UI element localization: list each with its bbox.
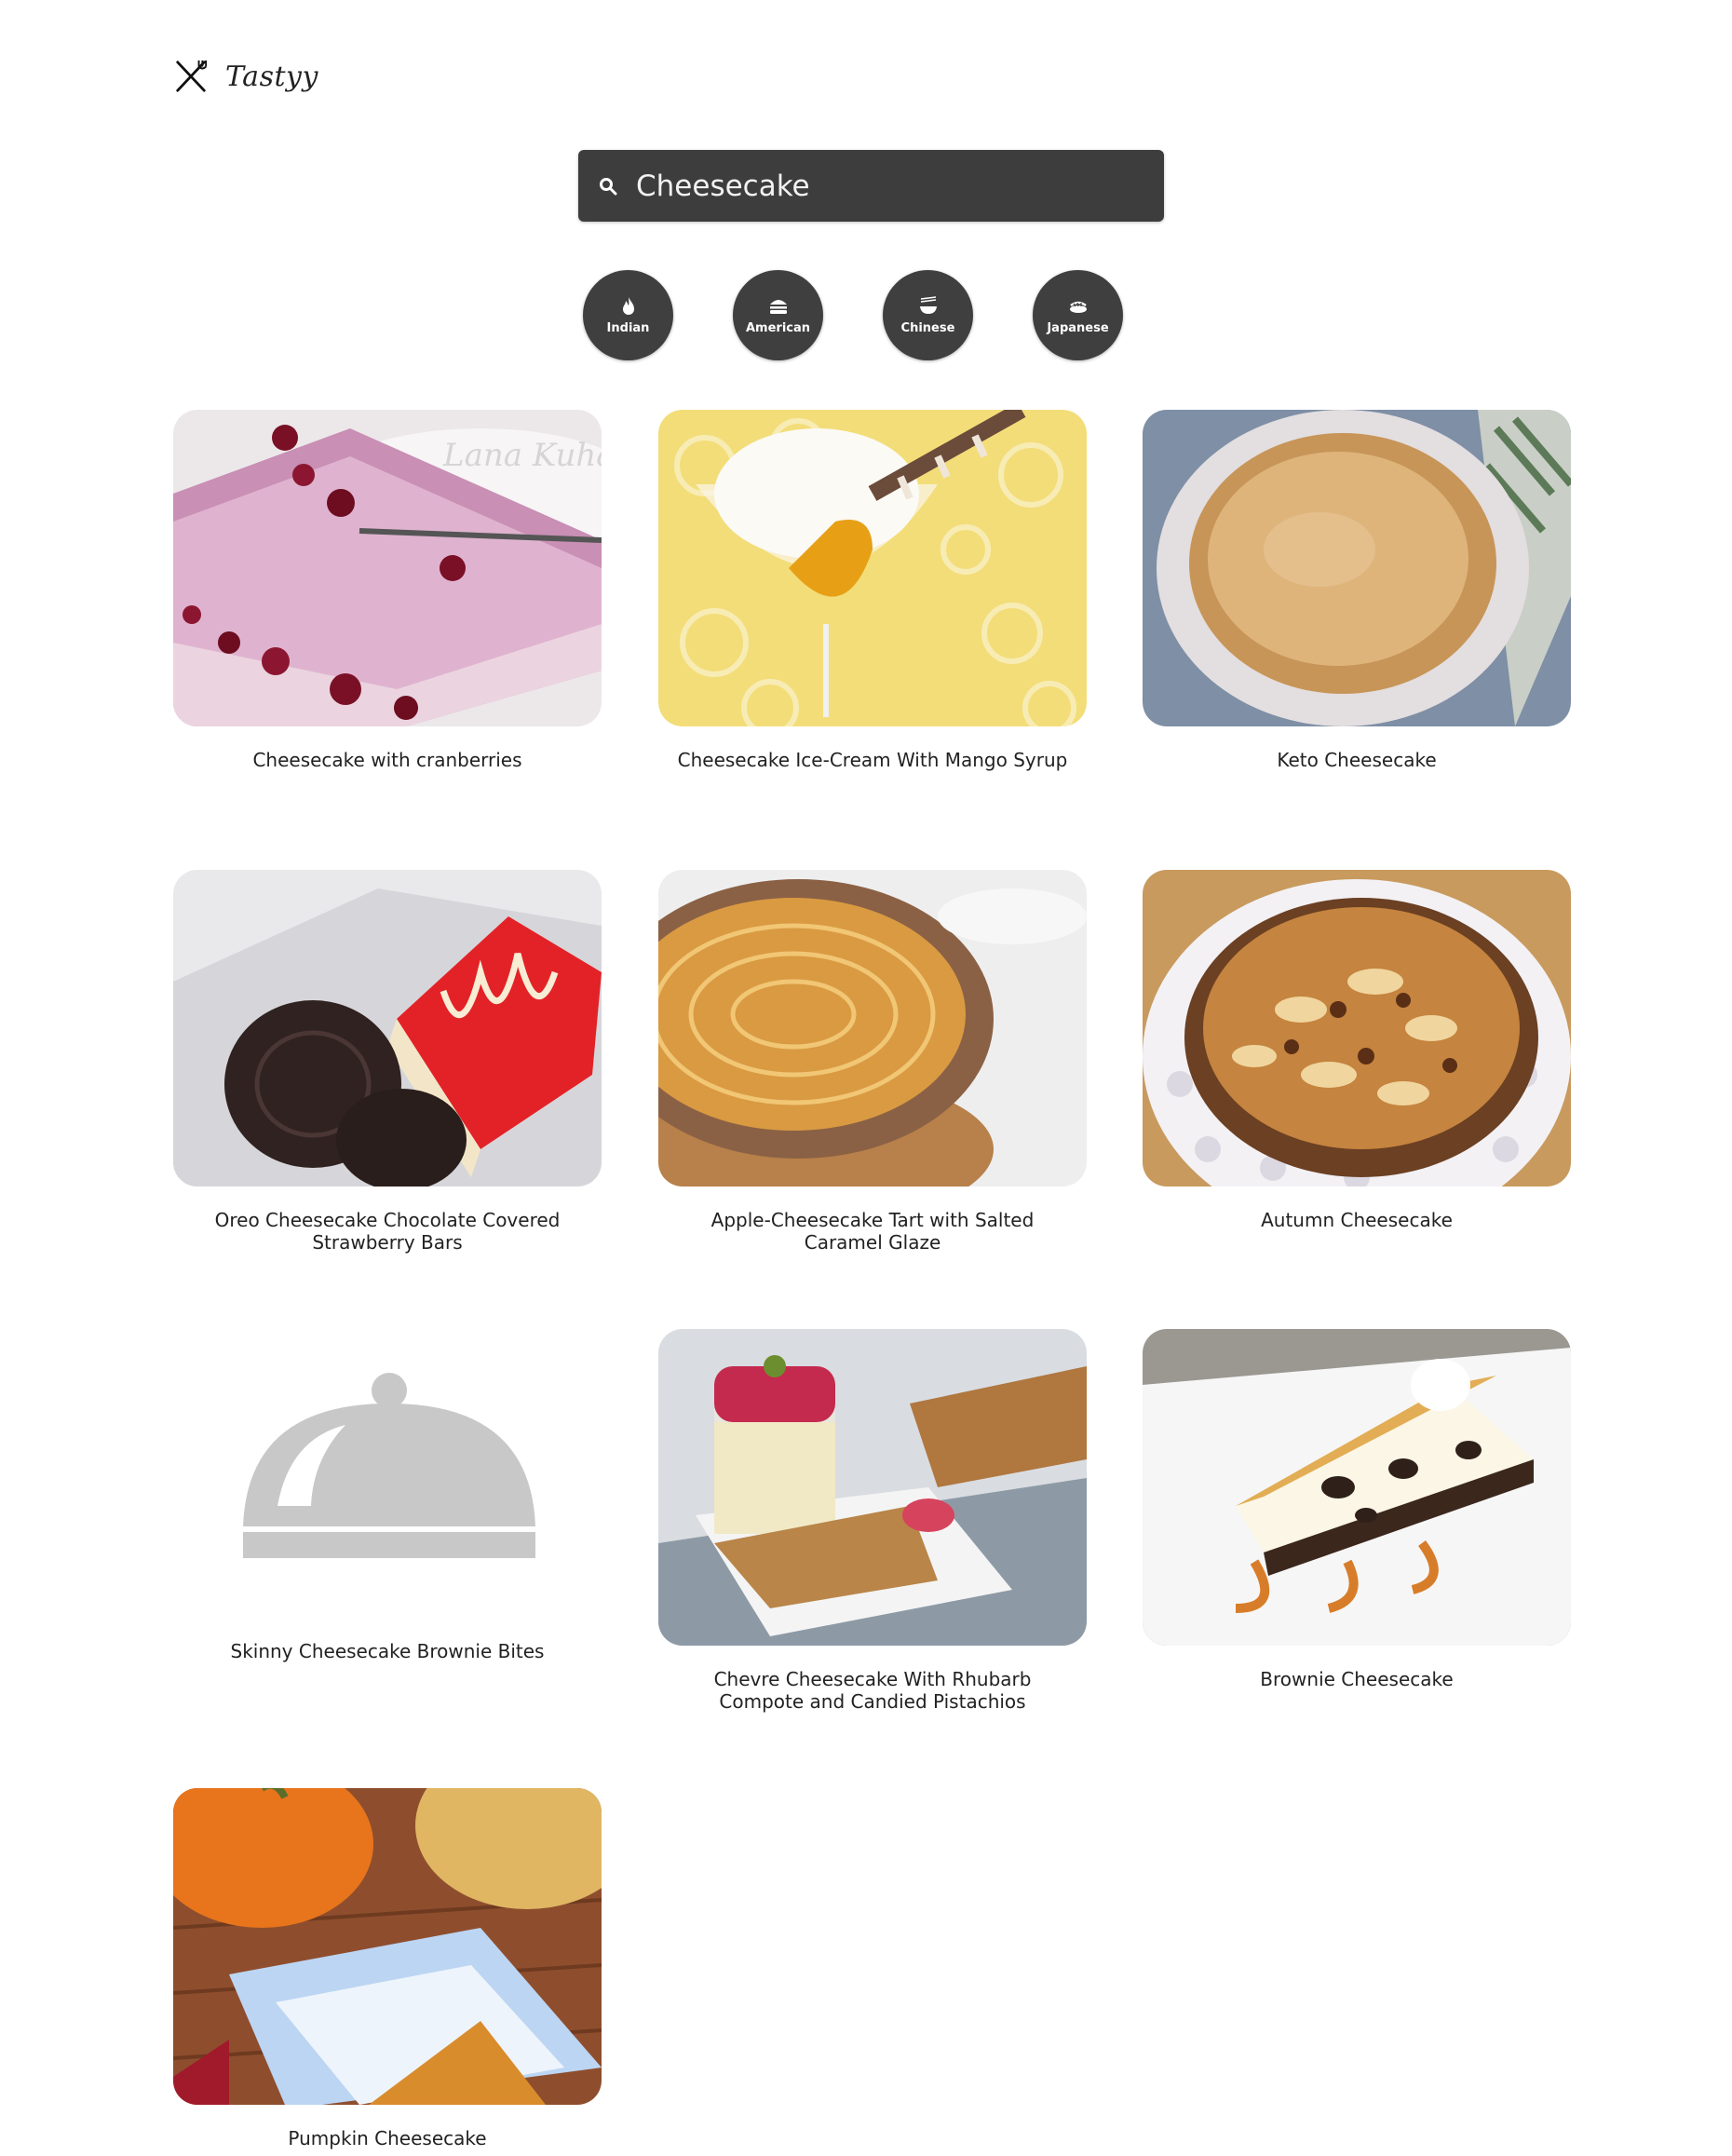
sushi-icon <box>1069 301 1087 313</box>
cuisine-label: Indian <box>606 321 650 335</box>
recipe-card[interactable]: Autumn Cheesecake <box>1143 870 1571 1231</box>
recipe-title[interactable]: Oreo Cheesecake Chocolate Covered Strawb… <box>173 1209 602 1254</box>
recipe-image[interactable] <box>1143 410 1571 726</box>
recipe-image-placeholder[interactable] <box>173 1329 602 1618</box>
recipe-image[interactable] <box>173 870 602 1186</box>
recipe-card[interactable]: Cheesecake Ice-Cream With Mango Syrup <box>658 410 1087 771</box>
cloche-icon <box>173 1329 602 1618</box>
flame-icon <box>622 297 634 315</box>
recipe-image[interactable]: Lana Kuhanets <box>173 410 602 726</box>
search-input[interactable]: Cheesecake <box>636 169 810 203</box>
cuisine-label: Japanese <box>1047 321 1109 335</box>
recipe-image[interactable] <box>658 410 1087 726</box>
recipe-title[interactable]: Apple-Cheesecake Tart with Salted Carame… <box>658 1209 1087 1254</box>
cuisine-filters: Indian American Chinese Japanese <box>583 270 1123 360</box>
watermark-text: Lana Kuhanets <box>442 437 602 474</box>
recipe-title[interactable]: Keto Cheesecake <box>1143 749 1571 771</box>
recipe-title[interactable]: Chevre Cheesecake With Rhubarb Compote a… <box>658 1668 1087 1713</box>
fork-knife-icon <box>176 60 208 92</box>
search-bar[interactable]: Cheesecake <box>578 150 1164 222</box>
cuisine-label: American <box>745 321 811 335</box>
recipe-image[interactable] <box>658 870 1087 1186</box>
brand-logo[interactable]: Tastyy <box>173 56 318 97</box>
search-icon <box>600 177 617 195</box>
cuisine-american-button[interactable]: American <box>733 270 823 360</box>
recipe-image[interactable] <box>1143 1329 1571 1646</box>
recipe-title[interactable]: Cheesecake with cranberries <box>173 749 602 771</box>
recipe-card[interactable]: Oreo Cheesecake Chocolate Covered Strawb… <box>173 870 602 1254</box>
recipe-title[interactable]: Brownie Cheesecake <box>1143 1668 1571 1690</box>
cuisine-label: Chinese <box>900 321 955 335</box>
brand-name: Tastyy <box>225 60 318 93</box>
recipe-card[interactable]: Lana Kuhanets Cheesecake with cranberrie… <box>173 410 602 771</box>
burger-icon <box>769 300 787 314</box>
recipe-title[interactable]: Autumn Cheesecake <box>1143 1209 1571 1231</box>
recipe-title[interactable]: Cheesecake Ice-Cream With Mango Syrup <box>658 749 1087 771</box>
recipe-image[interactable] <box>173 1788 602 2105</box>
recipe-card[interactable]: Chevre Cheesecake With Rhubarb Compote a… <box>658 1329 1087 1713</box>
recipe-title[interactable]: Skinny Cheesecake Brownie Bites <box>173 1640 602 1662</box>
noodles-icon <box>919 296 937 314</box>
recipe-card[interactable]: Pumpkin Cheesecake <box>173 1788 602 2149</box>
recipe-card[interactable]: Apple-Cheesecake Tart with Salted Carame… <box>658 870 1087 1254</box>
cuisine-japanese-button[interactable]: Japanese <box>1033 270 1123 360</box>
recipe-card[interactable]: Skinny Cheesecake Brownie Bites <box>173 1329 602 1662</box>
recipe-image[interactable] <box>1143 870 1571 1186</box>
recipe-image[interactable] <box>658 1329 1087 1646</box>
recipe-card[interactable]: Keto Cheesecake <box>1143 410 1571 771</box>
recipe-title[interactable]: Pumpkin Cheesecake <box>173 2127 602 2149</box>
cuisine-chinese-button[interactable]: Chinese <box>883 270 973 360</box>
recipe-card[interactable]: Brownie Cheesecake <box>1143 1329 1571 1690</box>
cuisine-indian-button[interactable]: Indian <box>583 270 673 360</box>
